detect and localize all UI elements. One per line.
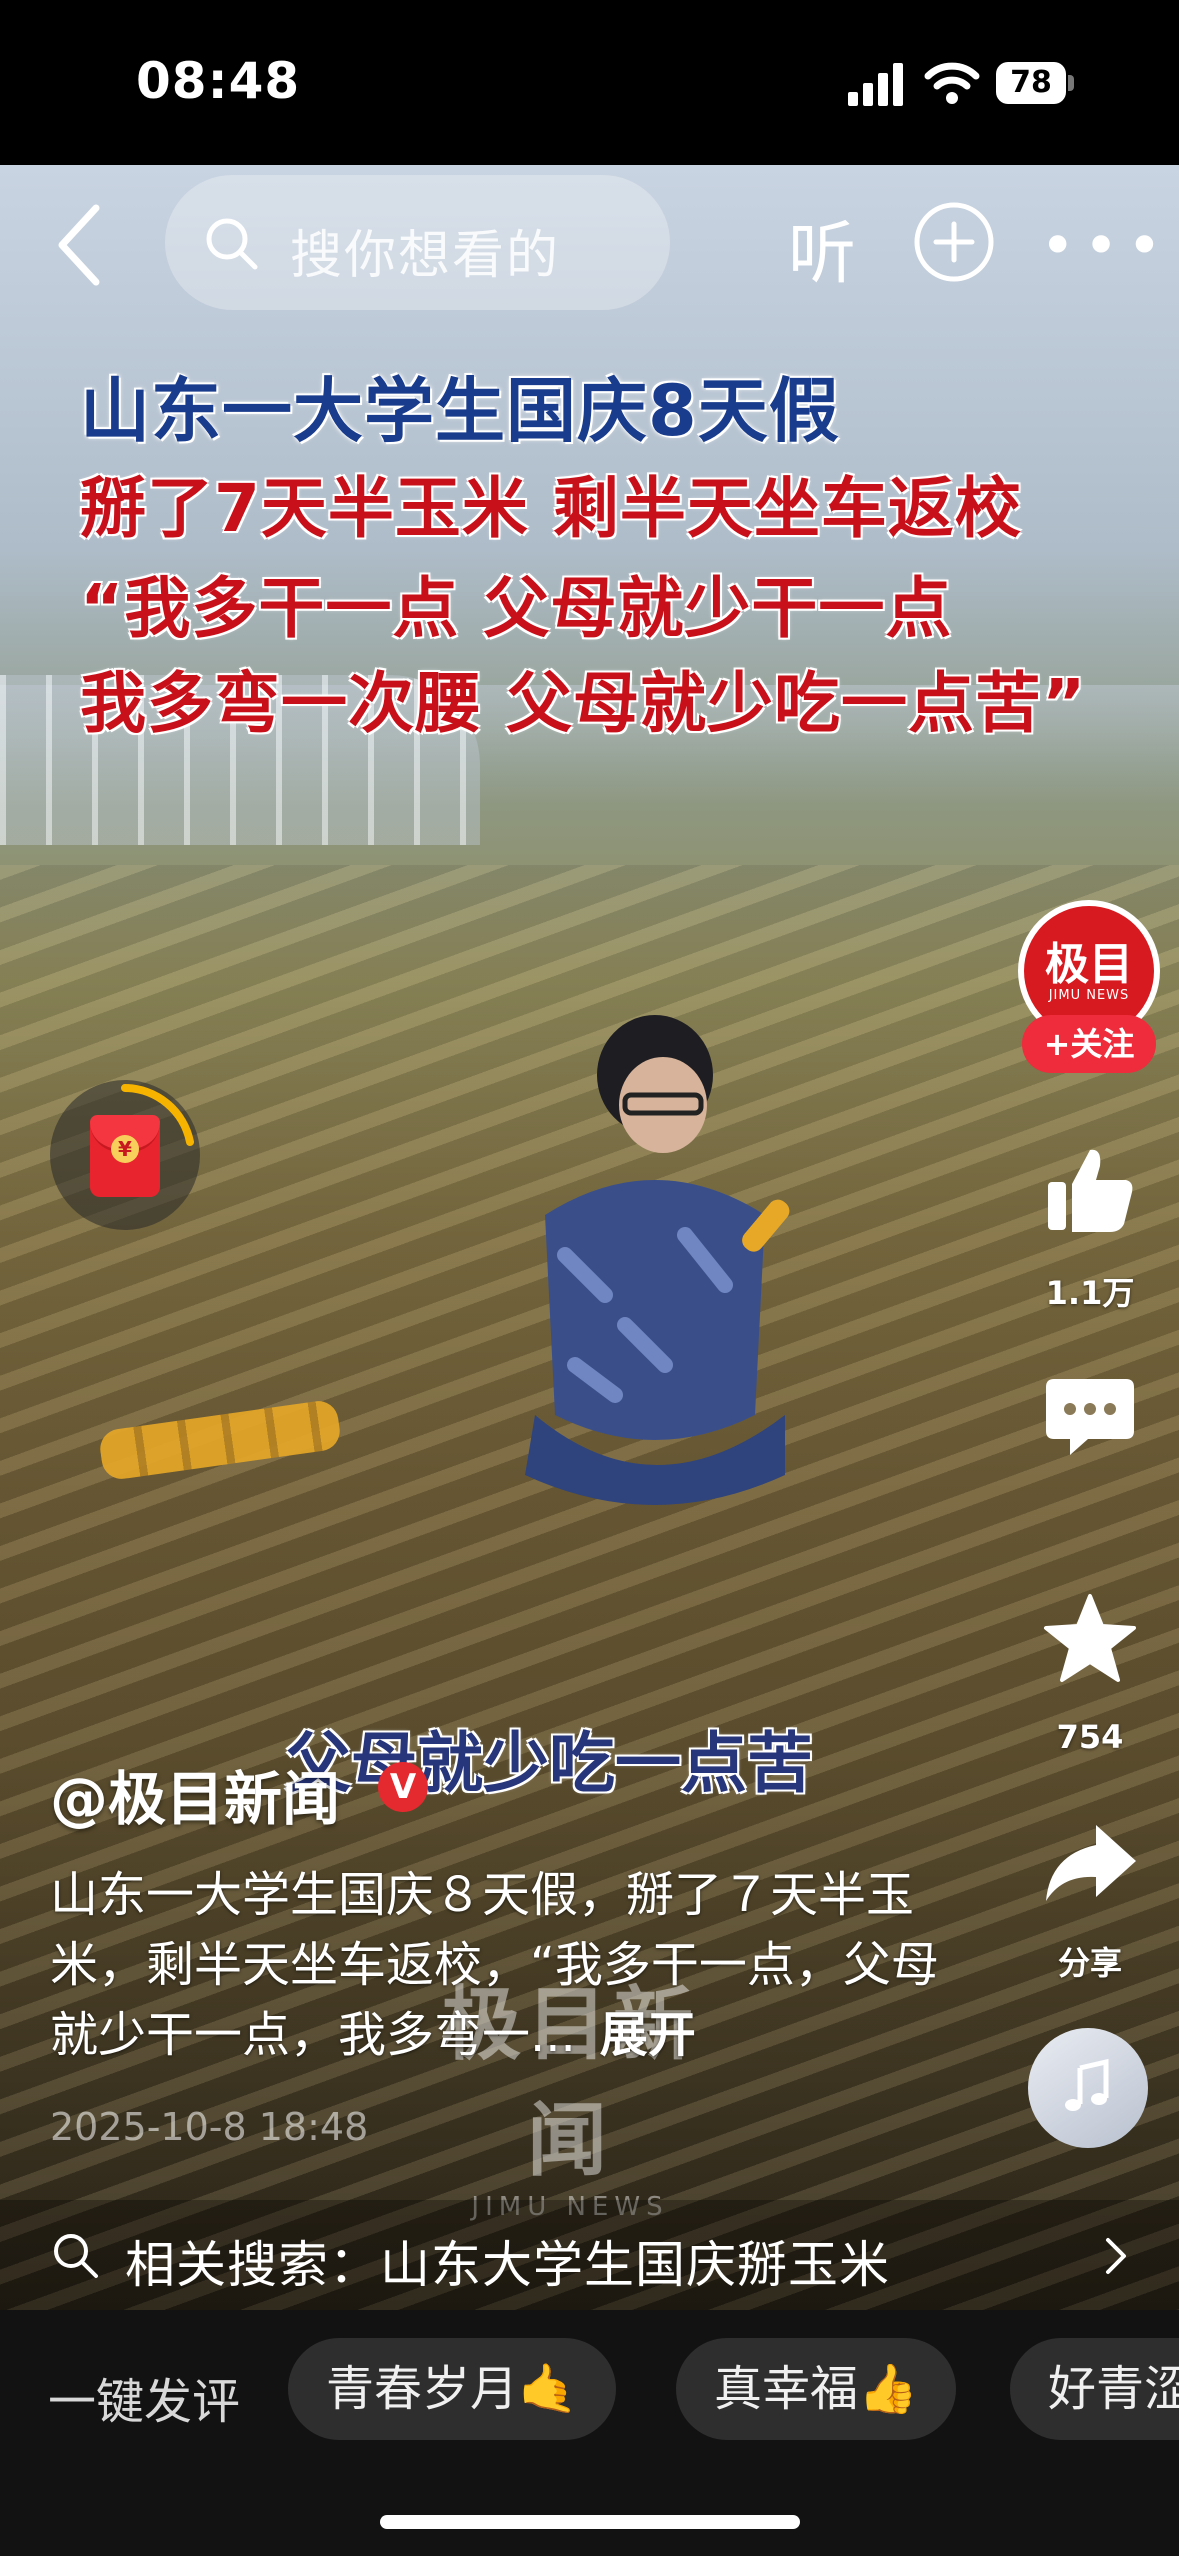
battery-level: 78 [1010, 65, 1052, 100]
like-count: 1.1万 [1045, 1274, 1135, 1312]
listen-button[interactable]: 听 [788, 198, 856, 297]
share-label: 分享 [1057, 1944, 1122, 1982]
student-figure [525, 1015, 790, 1505]
cellular-signal-icon [848, 63, 903, 106]
search-placeholder: 搜你想看的 [290, 226, 561, 286]
quick-comment-chip[interactable]: 真幸福👍 [676, 2338, 956, 2440]
expand-link[interactable]: 展开 [600, 2007, 696, 2063]
headline-line-4: 我多弯一次腰 父母就少吃一点苦” [80, 665, 1087, 742]
post-description: 山东一大学生国庆８天假，掰了７天半玉米，剩半天坐车返校，“我多干一点，父母就少干… [50, 1860, 950, 2070]
wifi-icon [924, 62, 980, 104]
video-subtitle: 父母就少吃一点苦 [285, 1725, 813, 1802]
related-search-text: 相关搜索：山东大学生国庆掰玉米 [125, 2236, 890, 2294]
follow-button[interactable]: +关注 [1022, 1015, 1156, 1073]
comment-icon[interactable] [1040, 1365, 1140, 1465]
quick-comment-chip[interactable]: 青春岁月🤙 [288, 2338, 616, 2440]
search-icon [206, 218, 258, 270]
search-bar[interactable]: 搜你想看的 [165, 175, 670, 310]
description-text: 山东一大学生国庆８天假，掰了７天半玉米，剩半天坐车返校，“我多干一点，父母就少干… [50, 1867, 939, 2063]
star-icon[interactable] [1040, 1590, 1140, 1690]
verified-badge: V [378, 1762, 428, 1812]
music-disc[interactable] [1028, 2028, 1148, 2148]
related-search-bar[interactable]: 相关搜索：山东大学生国庆掰玉米 [0, 2200, 1179, 2310]
plus-circle-icon[interactable] [912, 200, 996, 284]
favorite-count: 754 [1056, 1718, 1124, 1756]
back-icon[interactable] [50, 200, 110, 290]
headline-line-3: “我多干一点 父母就少干一点 [80, 570, 953, 647]
share-icon[interactable] [1040, 1815, 1140, 1915]
author-name[interactable]: @极目新闻 [50, 1752, 340, 1836]
status-bar: 08:48 78 [0, 0, 1179, 165]
avatar-sub: JIMU NEWS [1048, 988, 1130, 1003]
post-date: 2025-10-8 18:48 [50, 2105, 369, 2149]
like-icon[interactable] [1040, 1140, 1140, 1240]
status-time: 08:48 [136, 52, 301, 110]
avatar-logo: 极目 [1045, 939, 1133, 990]
quick-comment-chip[interactable]: 好青涩 [1010, 2338, 1179, 2440]
battery-icon: 78 [996, 62, 1074, 104]
search-icon [54, 2234, 98, 2278]
quick-comment-bar: 一键发评 青春岁月🤙 真幸福👍 好青涩 [0, 2310, 1179, 2556]
quick-comment-label[interactable]: 一键发评 [48, 2362, 240, 2432]
music-icon [1065, 2058, 1109, 2111]
headline-line-1: 山东一大学生国庆8天假 [80, 370, 840, 452]
headline-line-2: 掰了7天半玉米 剩半天坐车返校 [80, 470, 1022, 547]
chevron-right-icon [1106, 2238, 1126, 2274]
home-indicator[interactable] [380, 2515, 800, 2529]
red-packet-icon: ¥ [90, 1115, 160, 1197]
red-packet-button[interactable]: ¥ [50, 1080, 200, 1230]
more-icon[interactable]: ••• [1040, 216, 1170, 276]
